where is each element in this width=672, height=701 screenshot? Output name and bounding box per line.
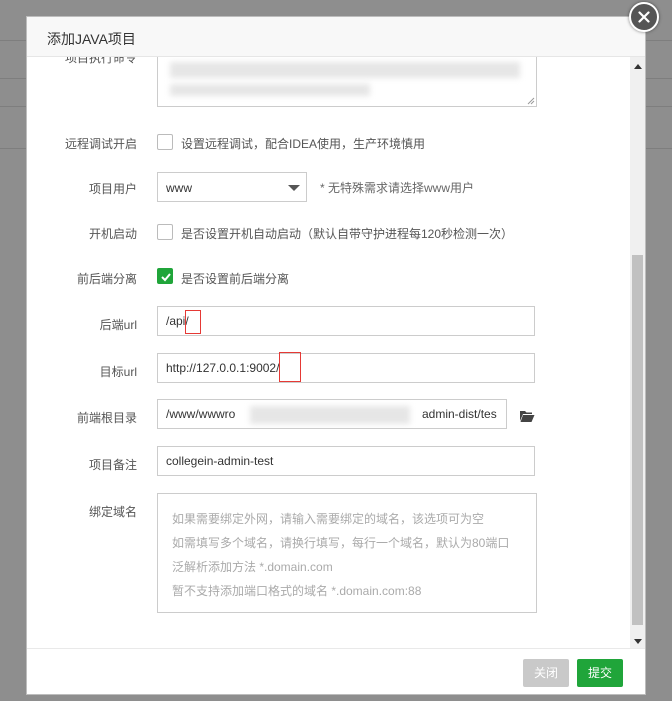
autostart-label: 开机启动	[88, 227, 137, 241]
remote-debug-text: 设置远程调试，配合IDEA使用，生产环境慎用	[181, 137, 426, 151]
target-url-input[interactable]: http://127.0.0.1:9002/	[157, 353, 535, 383]
placeholder-line: 泛解析添加方法 *.domain.com	[172, 560, 333, 574]
dialog-footer: 关闭 提交	[27, 648, 645, 694]
submit-button[interactable]: 提交	[577, 659, 623, 687]
placeholder-line: 暂不支持添加端口格式的域名 *.domain.com:88	[172, 584, 422, 598]
project-user-value: www	[166, 181, 192, 195]
target-url-label: 目标url	[99, 365, 137, 379]
placeholder-line: 如果需要绑定外网，请输入需要绑定的域名，该选项可为空	[172, 512, 485, 526]
autostart-text: 是否设置开机自动启动（默认自带守护进程每120秒检测一次）	[181, 227, 514, 241]
project-user-hint: * 无特殊需求请选择www用户	[320, 181, 475, 195]
redacted-content	[250, 406, 410, 424]
backend-url-input[interactable]: /api/	[157, 306, 535, 336]
redacted-content	[170, 62, 520, 78]
scroll-up-arrow-icon[interactable]	[634, 64, 642, 69]
scroll-down-arrow-icon[interactable]	[634, 639, 642, 644]
frontend-root-label: 前端根目录	[76, 411, 137, 425]
dialog-content: 项目执行命令 远程调试开启 设置远程调试，配合IDEA使用，生产环境慎用 项目用…	[27, 57, 630, 648]
dialog-header: 添加JAVA项目	[27, 17, 645, 57]
autostart-checkbox[interactable]	[157, 224, 173, 240]
remark-label: 项目备注	[88, 458, 137, 472]
dialog-close-button[interactable]	[629, 2, 659, 32]
close-icon	[638, 11, 650, 23]
frontend-root-value-end: admin-dist/tes	[422, 407, 497, 421]
add-java-project-dialog: 添加JAVA项目 项目执行命令 远程调试开启 设置远程调试，配合IDEA使用，生…	[26, 16, 646, 695]
frontend-root-input[interactable]: /www/wwwro admin-dist/tes	[157, 399, 507, 429]
highlight-box	[185, 310, 201, 334]
chevron-down-icon	[288, 185, 300, 191]
close-button[interactable]: 关闭	[523, 659, 569, 687]
redacted-content	[170, 84, 370, 96]
scroll-thumb[interactable]	[632, 255, 643, 625]
separation-checkbox[interactable]	[157, 268, 173, 284]
checkmark-icon	[161, 273, 171, 282]
remote-debug-checkbox[interactable]	[157, 134, 173, 150]
separation-label: 前后端分离	[76, 272, 137, 286]
separation-text: 是否设置前后端分离	[181, 272, 290, 286]
placeholder-line: 如需填写多个域名，请换行填写，每行一个域名，默认为80端口	[172, 536, 510, 550]
domain-label: 绑定域名	[88, 505, 137, 519]
project-user-label: 项目用户	[88, 182, 137, 196]
frontend-root-value-start: /www/wwwro	[166, 407, 236, 421]
backend-url-label: 后端url	[99, 318, 137, 332]
project-command-label: 项目执行命令	[64, 57, 137, 65]
dialog-title: 添加JAVA项目	[47, 31, 136, 47]
highlight-box	[279, 352, 301, 382]
resize-handle-icon[interactable]	[527, 97, 535, 105]
project-user-select[interactable]: www	[157, 172, 307, 202]
domain-textarea[interactable]: 如果需要绑定外网，请输入需要绑定的域名，该选项可为空 如需填写多个域名，请换行填…	[157, 493, 537, 613]
remark-input[interactable]: collegein-admin-test	[157, 446, 535, 476]
folder-open-icon[interactable]	[519, 409, 535, 423]
vertical-scrollbar[interactable]	[630, 57, 645, 648]
remote-debug-label: 远程调试开启	[64, 137, 137, 151]
project-command-textarea[interactable]	[157, 57, 537, 107]
